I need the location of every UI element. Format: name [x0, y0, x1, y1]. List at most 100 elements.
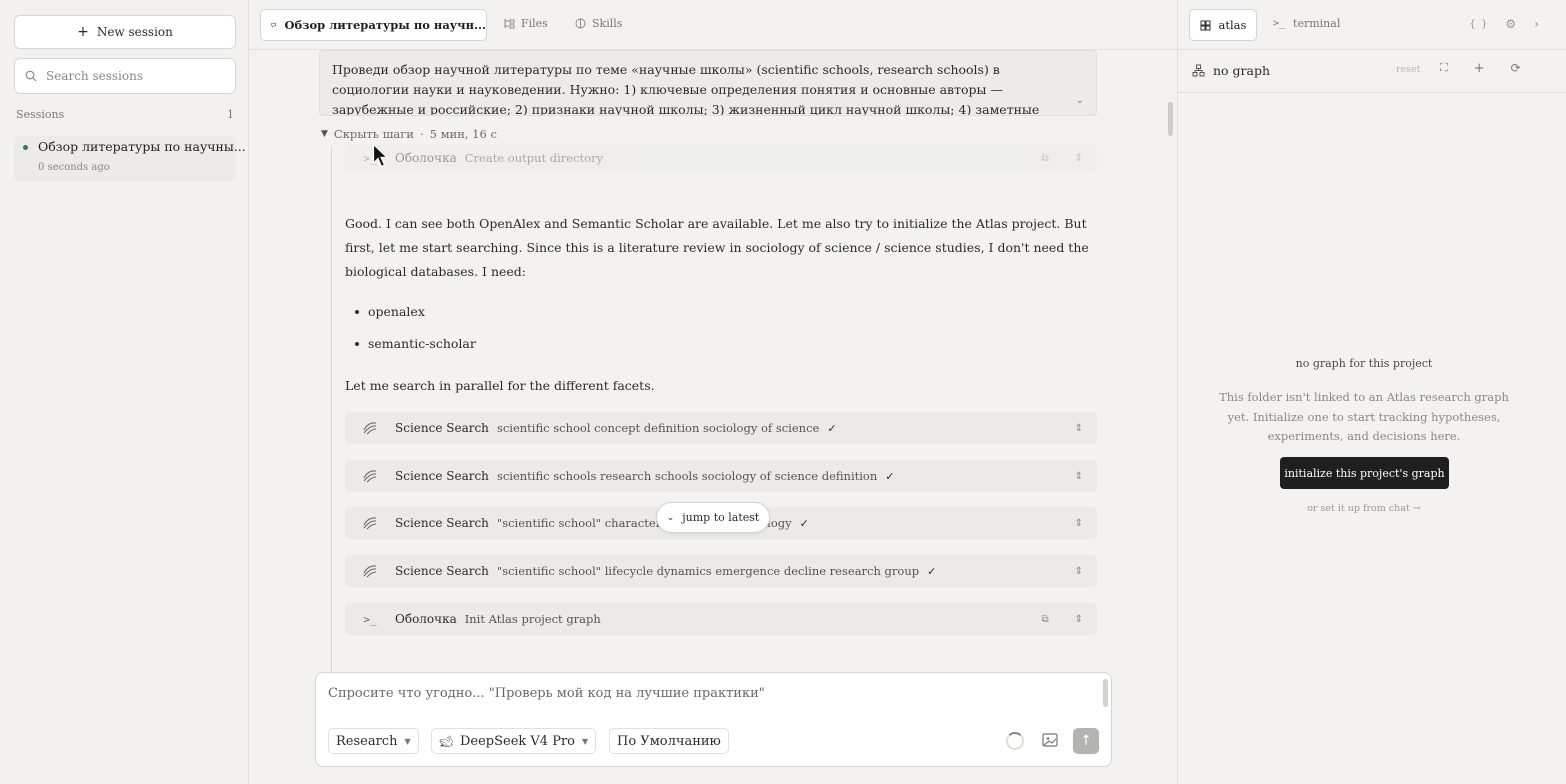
- refresh-icon[interactable]: ⟳: [1511, 61, 1521, 76]
- new-session-button[interactable]: + New session: [14, 15, 236, 49]
- tool-name: Оболочка: [395, 151, 457, 165]
- send-button[interactable]: ↑: [1073, 728, 1099, 754]
- plus-icon: +: [77, 24, 89, 40]
- search-sessions-box[interactable]: [14, 58, 236, 94]
- initialize-graph-button[interactable]: initialize this project's graph: [1280, 457, 1449, 489]
- tab-skills-label: Skills: [592, 17, 623, 30]
- expand-collapse-icon[interactable]: ⇕: [1075, 423, 1083, 434]
- tab-atlas[interactable]: atlas: [1189, 9, 1257, 41]
- tool-arg: scientific school concept definition soc…: [496, 421, 820, 435]
- expand-collapse-icon[interactable]: ⇕: [1075, 153, 1083, 164]
- setup-from-chat-link[interactable]: or set it up from chat →: [1178, 503, 1550, 514]
- panel-toolbar: { } ⚙ ›: [1469, 17, 1539, 31]
- sidebar: + New session Sessions 1 Обзор литератур…: [0, 0, 249, 784]
- bullet-dot: [355, 309, 359, 314]
- mouse-cursor-icon: [372, 143, 389, 168]
- plus-icon[interactable]: +: [1474, 61, 1485, 76]
- chevron-down-icon: ⌄: [666, 512, 675, 523]
- code-braces-icon[interactable]: { }: [1469, 19, 1487, 30]
- empty-state-title: no graph for this project: [1295, 357, 1433, 370]
- check-icon: ✓: [885, 469, 895, 483]
- check-icon: ✓: [827, 421, 837, 435]
- tab-files[interactable]: Files: [504, 17, 548, 30]
- atlas-panel: atlas >_ terminal { } ⚙ › no graph reset…: [1177, 0, 1566, 784]
- list-item-text: semantic-scholar: [368, 336, 476, 351]
- expand-collapse-icon[interactable]: ⇕: [1075, 471, 1083, 482]
- composer: Research ▼ 🐋︎ DeepSeek V4 Pro ▼ По Умолч…: [315, 672, 1112, 767]
- chevron-down-icon[interactable]: ⌄: [1076, 91, 1084, 111]
- tool-arg: Create output directory: [464, 151, 604, 165]
- tab-chat-label: Обзор литературы по научн...: [284, 18, 486, 32]
- mode-label: Research: [336, 733, 398, 749]
- chevron-down-icon: ▼: [404, 736, 411, 746]
- mode-select[interactable]: Research ▼: [328, 728, 419, 754]
- chat-bubble-icon: [271, 22, 277, 28]
- graph-actions: ⛶ + ⟳: [1440, 61, 1521, 76]
- tool-arg: "scientific school" lifecycle dynamics e…: [496, 564, 920, 578]
- tool-row-science-search[interactable]: Science Search scientific schools resear…: [345, 460, 1097, 492]
- empty-state-description: This folder isn't linked to an Atlas res…: [1219, 390, 1509, 443]
- skills-icon: [575, 18, 586, 29]
- steps-duration: 5 мин, 16 с: [429, 127, 497, 141]
- tab-chat-session[interactable]: Обзор литературы по научн...: [260, 9, 487, 41]
- triangle-down-icon: ▼: [321, 129, 328, 139]
- tool-row-science-search[interactable]: Science Search "scientific school" lifec…: [345, 555, 1097, 587]
- tool-row-science-search[interactable]: Science Search scientific school concept…: [345, 412, 1097, 444]
- composer-scrollbar[interactable]: [1103, 679, 1108, 707]
- expand-collapse-icon[interactable]: ⇕: [1075, 518, 1083, 529]
- files-icon: [504, 19, 515, 29]
- image-upload-icon[interactable]: [1041, 731, 1059, 749]
- external-link-icon[interactable]: ⧉: [1041, 614, 1048, 625]
- external-link-icon[interactable]: ⧉: [1041, 153, 1048, 164]
- composer-input[interactable]: [328, 686, 1088, 701]
- chat-scrollbar[interactable]: [1168, 102, 1173, 136]
- tool-row-shell-faded[interactable]: >_ Оболочка Create output directory ⧉ ⇕: [345, 144, 1097, 172]
- model-select[interactable]: 🐋︎ DeepSeek V4 Pro ▼: [431, 728, 597, 754]
- steps-toggle-label: Скрыть шаги: [333, 127, 414, 141]
- tool-row-shell[interactable]: >_ Оболочка Init Atlas project graph ⧉ ⇕: [345, 603, 1097, 635]
- session-item[interactable]: Обзор литературы по научны... 0 seconds …: [14, 136, 246, 182]
- preset-label: По Умолчанию: [617, 733, 721, 749]
- steps-toggle[interactable]: ▼ Скрыть шаги · 5 мин, 16 с: [321, 127, 497, 141]
- tab-terminal[interactable]: >_ terminal: [1273, 17, 1340, 30]
- tab-skills[interactable]: Skills: [575, 17, 622, 30]
- fullscreen-icon[interactable]: ⛶: [1440, 61, 1448, 76]
- jump-label: jump to latest: [682, 511, 760, 524]
- terminal-icon: >_: [1273, 18, 1286, 29]
- steps-timeline-line: [331, 146, 332, 706]
- loading-spinner-icon: [1006, 732, 1024, 750]
- bullet-dot: [355, 341, 359, 346]
- tool-name: Science Search: [395, 421, 489, 435]
- assistant-followup: Let me search in parallel for the differ…: [345, 378, 655, 393]
- sessions-label: Sessions: [16, 108, 65, 121]
- gear-icon[interactable]: ⚙: [1505, 17, 1516, 31]
- expand-collapse-icon[interactable]: ⇕: [1075, 566, 1083, 577]
- preset-select[interactable]: По Умолчанию: [609, 728, 729, 754]
- chevron-right-icon[interactable]: ›: [1534, 17, 1539, 31]
- science-search-icon: [345, 469, 395, 483]
- graph-title-label: no graph: [1213, 63, 1271, 78]
- chevron-down-icon: ▼: [581, 736, 589, 746]
- deepseek-whale-icon: 🐋︎: [439, 734, 453, 748]
- expand-collapse-icon[interactable]: ⇕: [1075, 614, 1083, 625]
- list-item-text: openalex: [368, 304, 425, 319]
- session-status-dot: [23, 145, 28, 150]
- terminal-icon: >_: [363, 612, 377, 626]
- grid-icon: [1200, 20, 1211, 30]
- session-time: 0 seconds ago: [38, 162, 110, 173]
- user-prompt[interactable]: Проведи обзор научной литературы по теме…: [319, 50, 1097, 116]
- user-prompt-text: Проведи обзор научной литературы по теме…: [332, 62, 1040, 116]
- tool-name: Оболочка: [395, 612, 457, 626]
- search-sessions-input[interactable]: [46, 69, 226, 83]
- steps-separator: ·: [419, 127, 424, 141]
- science-search-icon: [345, 564, 395, 578]
- check-icon: ✓: [799, 516, 809, 530]
- check-icon: ✓: [927, 564, 937, 578]
- tab-files-label: Files: [521, 17, 548, 30]
- reset-button[interactable]: reset: [1396, 64, 1420, 75]
- graph-header: no graph reset ⛶ + ⟳: [1178, 50, 1566, 93]
- main-tabbar: Обзор литературы по научн... Files Skill…: [249, 0, 1177, 50]
- jump-to-latest-button[interactable]: ⌄ jump to latest: [656, 502, 770, 533]
- tool-arg: scientific schools research schools soci…: [496, 469, 878, 483]
- tool-name: Science Search: [395, 516, 489, 530]
